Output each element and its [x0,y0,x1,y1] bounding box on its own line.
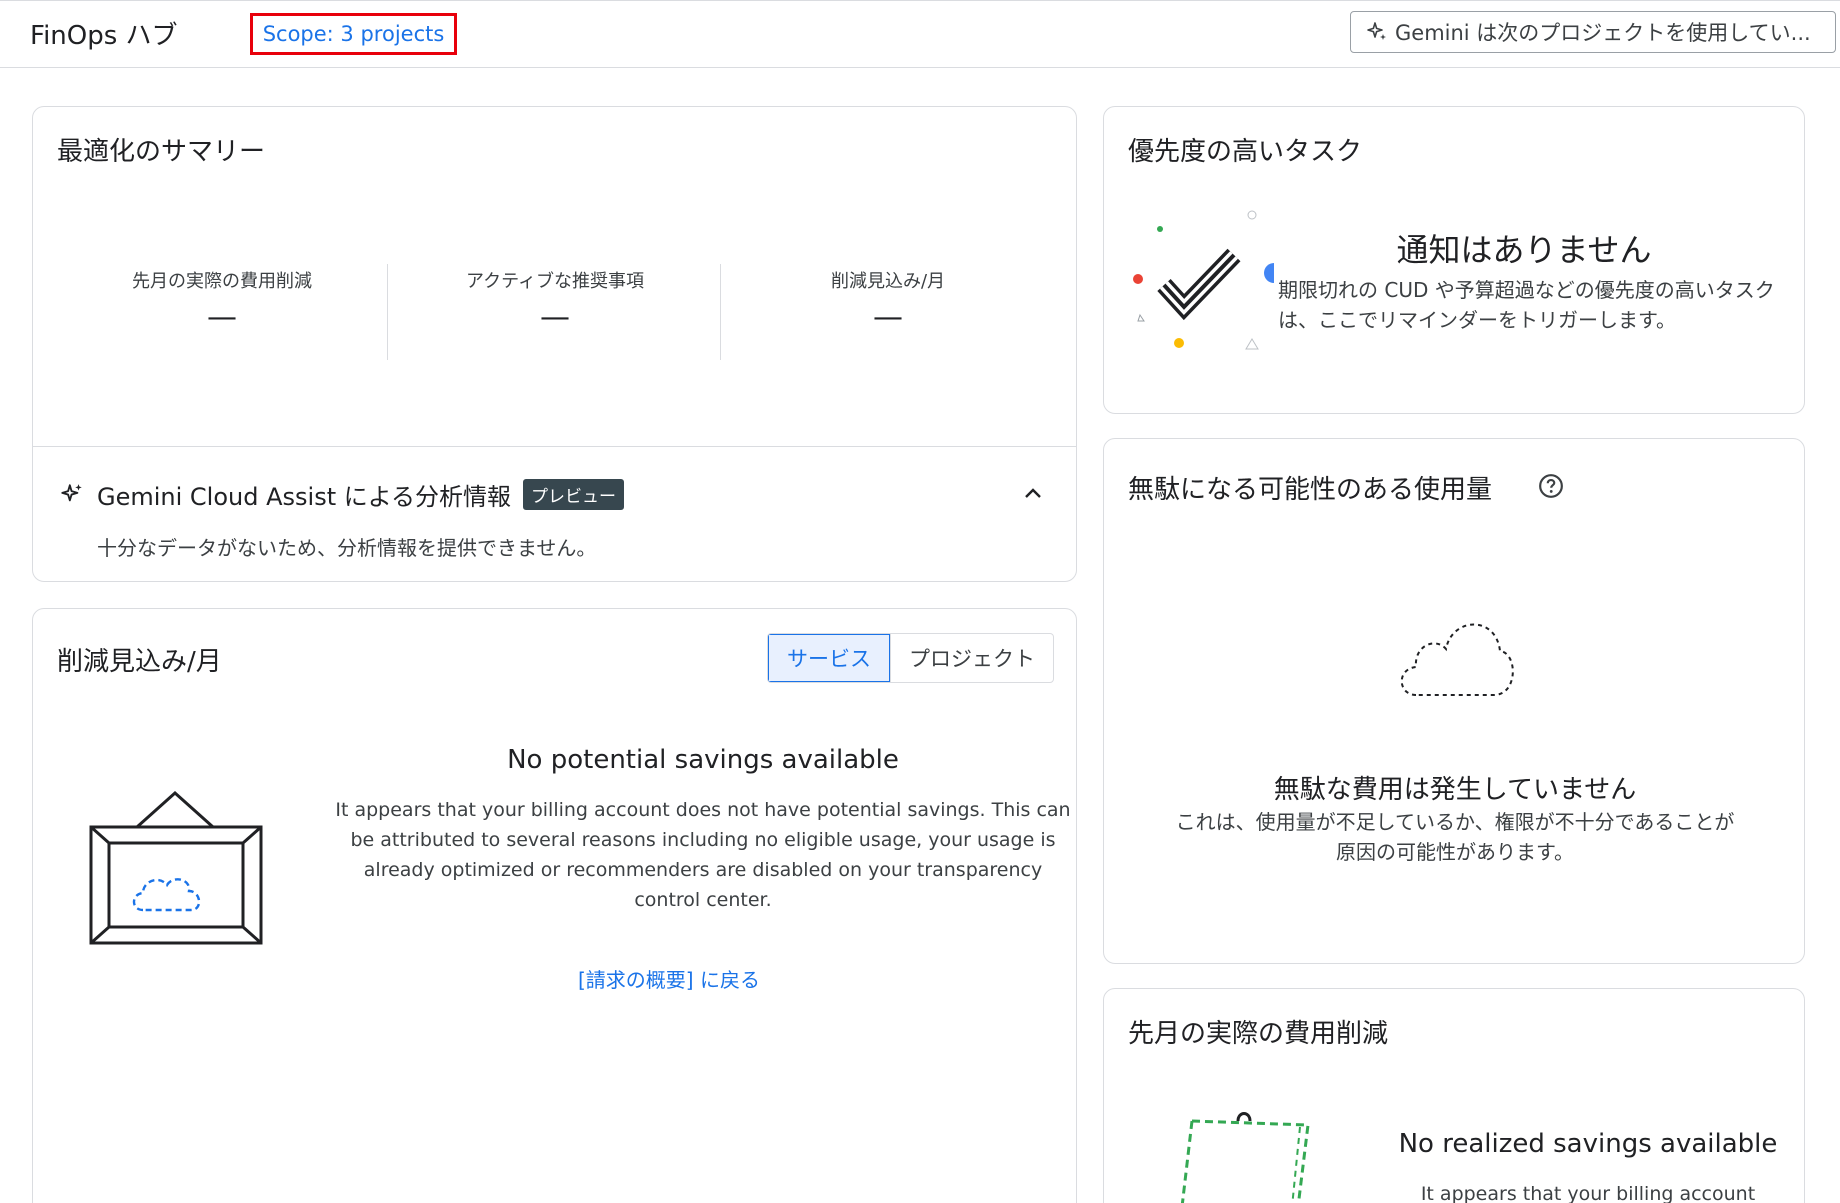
top-bar: FinOps ハブ Scope: 3 projects Gemini は次のプロ… [0,0,1840,68]
realized-empty-description: It appears that your billing account [1420,1183,1756,1203]
wasted-usage-card: 無駄になる可能性のある使用量 無駄な費用は発生していません これは、使用量が不足… [1103,438,1805,964]
app-title: FinOps ハブ [30,21,178,51]
metric-label: アクティブな推奨事項 [465,271,645,292]
high-priority-tasks-card: 優先度の高いタスク 通知はありません 期限切れの CUD や予算超過などの優先度… [1103,106,1805,414]
savings-title: 削減見込み/月 [57,647,222,677]
insights-title: Gemini Cloud Assist による分析情報 [97,483,512,511]
metric-divider [720,264,721,360]
waste-empty-description: これは、使用量が不足しているか、権限が不十分であることが原因の可能性があります。 [1175,810,1735,864]
metric-label: 先月の実際の費用削減 [132,271,312,292]
toggle-project[interactable]: プロジェクト [890,634,1053,682]
waste-empty-title: 無駄な費用は発生していません [1273,775,1637,805]
metric-active-recommendations: アクティブな推奨事項 — [390,267,720,333]
sparkle-icon [1367,22,1386,40]
savings-empty-title: No potential savings available [507,745,899,775]
summary-title: 最適化のサマリー [57,137,266,167]
group-by-toggle: サービス プロジェクト [767,633,1054,683]
realized-empty-title: No realized savings available [1398,1129,1778,1159]
scope-button[interactable]: Scope: 3 projects [250,13,457,55]
gemini-project-button[interactable]: Gemini は次のプロジェクトを使用してい... [1350,11,1836,53]
metric-value: — [207,300,237,335]
chevron-up-icon [1025,488,1041,498]
back-to-billing-overview-link[interactable]: [請求の概要] に戻る [578,964,760,993]
potential-savings-card: 削減見込み/月 サービス プロジェクト No potential savings… [32,608,1077,1203]
tasks-title: 優先度の高いタスク [1128,137,1363,167]
metric-label: 削減見込み/月 [830,271,946,292]
section-divider [33,446,1076,447]
realized-title: 先月の実際の費用削減 [1128,1019,1389,1049]
metric-divider [387,264,388,360]
metric-potential-savings: 削減見込み/月 — [723,267,1053,333]
help-icon[interactable] [1538,473,1564,499]
optimization-summary-card: 最適化のサマリー 先月の実際の費用削減 — アクティブな推奨事項 — 削減見込み… [32,106,1077,582]
picture-frame-illustration [89,791,263,945]
tag-illustration [1180,1112,1310,1203]
waste-title: 無駄になる可能性のある使用量 [1128,475,1493,505]
savings-empty-description: It appears that your billing account doe… [335,799,1071,911]
cloud-icon [1400,623,1514,696]
realized-savings-card: 先月の実際の費用削減 No realized savings available… [1103,988,1805,1203]
metric-realized-savings: 先月の実際の費用削減 — [57,267,387,333]
toggle-service[interactable]: サービス [768,634,890,682]
tasks-empty-title: 通知はありません [1396,231,1652,269]
gemini-insights-header: Gemini Cloud Assist による分析情報 プレビュー [59,477,625,512]
tasks-empty-description: 期限切れの CUD や予算超過などの優先度の高いタスクは、ここでリマインダーをト… [1278,278,1775,332]
gemini-project-label: Gemini は次のプロジェクトを使用してい... [1395,21,1811,45]
collapse-insights-button[interactable] [1018,479,1048,509]
checkmark-illustration [1133,210,1274,350]
sparkle-icon [61,483,82,501]
metric-value: — [873,300,903,335]
metric-value: — [540,300,570,335]
preview-badge: プレビュー [523,479,625,510]
insights-description: 十分なデータがないため、分析情報を提供できません。 [97,536,597,560]
